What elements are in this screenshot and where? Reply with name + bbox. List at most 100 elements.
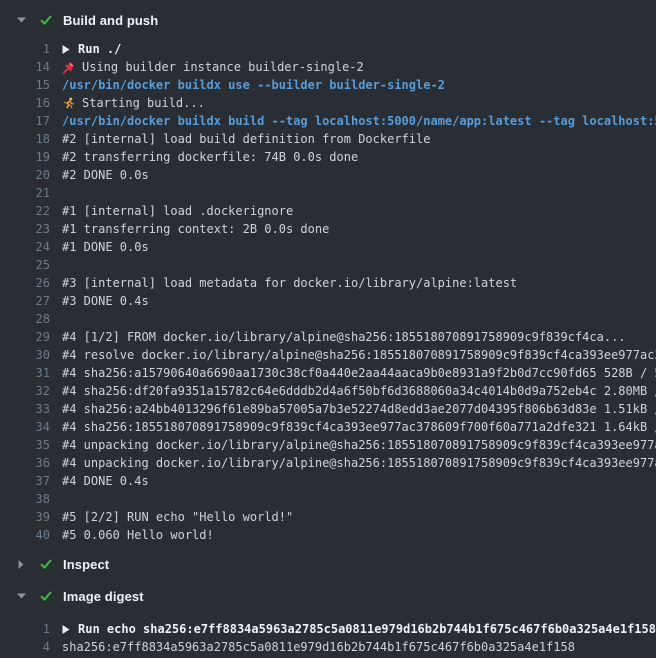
line-number[interactable]: 29: [0, 328, 50, 346]
line-number[interactable]: 25: [0, 256, 50, 274]
log-line: 29#4 [1/2] FROM docker.io/library/alpine…: [0, 328, 656, 346]
line-number[interactable]: 1: [0, 40, 50, 58]
line-number[interactable]: 26: [0, 274, 50, 292]
line-text: #1 transferring context: 2B 0.0s done: [62, 220, 656, 238]
line-number[interactable]: 39: [0, 508, 50, 526]
line-text-content: #1 DONE 0.0s: [62, 238, 149, 256]
line-text-content: Starting build...: [82, 94, 205, 112]
line-number[interactable]: 17: [0, 112, 50, 130]
run-expand-icon[interactable]: [62, 625, 70, 634]
log-line: 36#4 unpacking docker.io/library/alpine@…: [0, 454, 656, 472]
line-number[interactable]: 27: [0, 292, 50, 310]
line-number[interactable]: 36: [0, 454, 50, 472]
line-text: #4 sha256:185518070891758909c9f839cf4ca3…: [62, 418, 656, 436]
log-line: 4 sha256:e7ff8834a5963a2785c5a0811e979d16…: [0, 638, 656, 656]
log-section-image-digest: Image digest 1Run echo sha256:e7ff8834a59…: [0, 584, 656, 656]
section-header-inspect[interactable]: Inspect: [0, 552, 656, 576]
line-text-content: sha256:e7ff8834a5963a2785c5a0811e979d16b…: [62, 638, 575, 656]
line-number[interactable]: 30: [0, 346, 50, 364]
line-number[interactable]: 21: [0, 184, 50, 202]
line-text: /usr/bin/docker buildx use --builder bui…: [62, 76, 656, 94]
line-text: #5 [2/2] RUN echo "Hello world!": [62, 508, 656, 526]
line-number[interactable]: 28: [0, 310, 50, 328]
log-line: 27 #3 DONE 0.4s: [0, 292, 656, 310]
line-number[interactable]: 16: [0, 94, 50, 112]
log-line: 1 Run ./: [0, 40, 656, 58]
line-text-content: #4 DONE 0.4s: [62, 472, 149, 490]
line-text: Starting build...: [62, 94, 656, 112]
line-text: [62, 184, 656, 202]
line-number[interactable]: 20: [0, 166, 50, 184]
line-text: #3 DONE 0.4s: [62, 292, 656, 310]
line-number[interactable]: 1: [0, 620, 50, 638]
line-number[interactable]: 33: [0, 400, 50, 418]
line-text: [62, 490, 656, 508]
line-number[interactable]: 40: [0, 526, 50, 544]
line-text-content: #1 [internal] load .dockerignore: [62, 202, 293, 220]
line-text: [62, 310, 656, 328]
line-number[interactable]: 15: [0, 76, 50, 94]
line-text-content: #4 sha256:a24bb4013296f61e89ba57005a7b3e…: [62, 400, 656, 418]
line-text: Using builder instance builder-single-2: [62, 58, 656, 76]
line-text: Run ./: [62, 40, 656, 58]
line-text-content: #5 0.060 Hello world!: [62, 526, 214, 544]
line-text-content: #4 sha256:a15790640a6690aa1730c38cf0a440…: [62, 364, 656, 382]
line-text: #4 resolve docker.io/library/alpine@sha2…: [62, 346, 656, 364]
log-line: 18 #2 [internal] load build definition fr…: [0, 130, 656, 148]
section-title: Image digest: [63, 589, 144, 604]
line-number[interactable]: 22: [0, 202, 50, 220]
log-line: 30 #4 resolve docker.io/library/alpine@sh…: [0, 346, 656, 364]
log-line: 17/usr/bin/docker buildx build --tag loc…: [0, 112, 656, 130]
log-line: 37 #4 DONE 0.4s: [0, 472, 656, 490]
line-text: #1 DONE 0.0s: [62, 238, 656, 256]
line-text: #3 [internal] load metadata for docker.i…: [62, 274, 656, 292]
line-text-content: Using builder instance builder-single-2: [82, 58, 364, 76]
check-icon: [40, 15, 52, 25]
section-header-image-digest[interactable]: Image digest: [0, 584, 656, 608]
section-log-lines: 1Run echo sha256:e7ff8834a5963a2785c5a08…: [0, 620, 656, 656]
section-header-build-and-push[interactable]: Build and push: [0, 8, 656, 32]
line-number[interactable]: 14: [0, 58, 50, 76]
runner-emoji: [62, 97, 75, 110]
log-line: 31 #4 sha256:a15790640a6690aa1730c38cf0a4…: [0, 364, 656, 382]
line-number[interactable]: 24: [0, 238, 50, 256]
log-line: 33 #4 sha256:a24bb4013296f61e89ba57005a7b…: [0, 400, 656, 418]
line-text: #2 [internal] load build definition from…: [62, 130, 656, 148]
run-expand-icon[interactable]: [62, 45, 70, 54]
line-number[interactable]: 35: [0, 436, 50, 454]
check-icon: [40, 591, 52, 601]
line-text-content: /usr/bin/docker buildx build --tag local…: [62, 112, 656, 130]
line-text: [62, 256, 656, 274]
line-number[interactable]: 18: [0, 130, 50, 148]
line-number[interactable]: 31: [0, 364, 50, 382]
log-line: 32 #4 sha256:df20fa9351a15782c64e6dddb2d4…: [0, 382, 656, 400]
log-line: 22 #1 [internal] load .dockerignore: [0, 202, 656, 220]
line-text: #4 sha256:a15790640a6690aa1730c38cf0a440…: [62, 364, 656, 382]
line-text-content: #4 sha256:df20fa9351a15782c64e6dddb2d4a6…: [62, 382, 656, 400]
line-text-content: #4 resolve docker.io/library/alpine@sha2…: [62, 346, 656, 364]
line-text: #4 unpacking docker.io/library/alpine@sh…: [62, 436, 656, 454]
line-text: sha256:e7ff8834a5963a2785c5a0811e979d16b…: [62, 638, 656, 656]
chevron-down-icon[interactable]: [16, 593, 26, 599]
line-text: #2 transferring dockerfile: 74B 0.0s don…: [62, 148, 656, 166]
log-line: 16 Starting build...: [0, 94, 656, 112]
line-text: #5 0.060 Hello world!: [62, 526, 656, 544]
line-text-content: #1 transferring context: 2B 0.0s done: [62, 220, 329, 238]
chevron-right-icon[interactable]: [16, 560, 26, 569]
log-line: 19 #2 transferring dockerfile: 74B 0.0s d…: [0, 148, 656, 166]
workflow-log-viewer: Build and push1Run ./14Using builder ins…: [0, 0, 656, 658]
line-number[interactable]: 37: [0, 472, 50, 490]
line-number[interactable]: 23: [0, 220, 50, 238]
line-number[interactable]: 4: [0, 638, 50, 656]
line-text: #4 sha256:df20fa9351a15782c64e6dddb2d4a6…: [62, 382, 656, 400]
log-line: 20#2 DONE 0.0s: [0, 166, 656, 184]
line-number[interactable]: 32: [0, 382, 50, 400]
line-number[interactable]: 19: [0, 148, 50, 166]
log-line: 1Run echo sha256:e7ff8834a5963a2785c5a08…: [0, 620, 656, 638]
chevron-down-icon[interactable]: [16, 17, 26, 23]
log-line: 34 #4 sha256:185518070891758909c9f839cf4c…: [0, 418, 656, 436]
line-number[interactable]: 38: [0, 490, 50, 508]
line-text-content: #3 [internal] load metadata for docker.i…: [62, 274, 517, 292]
line-text: /usr/bin/docker buildx build --tag local…: [62, 112, 656, 130]
line-number[interactable]: 34: [0, 418, 50, 436]
